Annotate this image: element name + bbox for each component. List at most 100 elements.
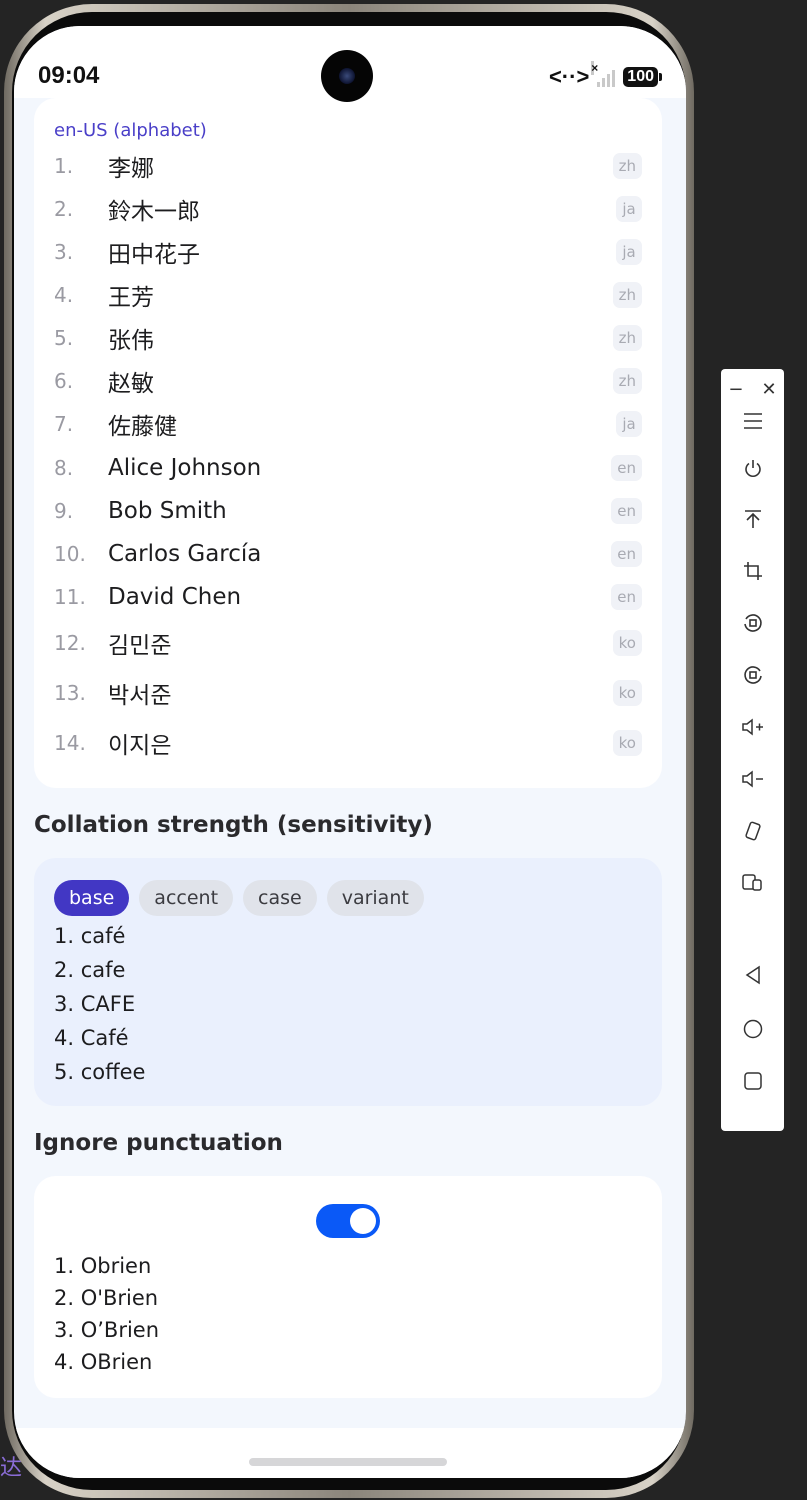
multi-device-icon[interactable] [721,863,784,903]
shake-icon[interactable] [721,811,784,851]
row-number: 8. [54,456,74,480]
name-row: 6. 赵敏 zh [34,361,662,401]
strength-result-item: 4. Café [54,1026,129,1050]
strength-card: base accent case variant 1. café 2. cafe… [34,858,662,1106]
language-badge: ko [612,630,642,656]
row-name: 王芳 [108,285,154,311]
chip-accent[interactable]: accent [139,880,234,916]
volume-up-icon[interactable] [721,707,784,747]
name-row: 3. 田中花子 ja [34,232,662,272]
name-row: 9. Bob Smith en [34,491,662,531]
name-row: 12. 김민준 ko [34,623,662,663]
language-badge: ja [616,239,642,265]
language-badge: en [611,584,642,610]
punctuation-result-item: 1. Obrien [54,1254,152,1278]
strength-result-item: 2. cafe [54,958,126,982]
row-name: Alice Johnson [108,455,262,481]
chip-base[interactable]: base [54,880,130,916]
strength-result-item: 3. CAFE [54,992,136,1016]
rotate-left-icon[interactable] [721,603,784,643]
name-row: 11. David Chen en [34,577,662,617]
strength-result-item: 1. café [54,924,126,948]
language-badge: ko [612,730,642,756]
recents-icon[interactable] [721,1061,784,1101]
status-bar: 09:04 <··> × 100 [14,26,686,102]
punctuation-card: 1. Obrien 2. O'Brien 3. O’Brien 4. OBrie… [34,1176,662,1398]
power-icon[interactable] [721,449,784,489]
emulator-toolbar: − ✕ [721,369,784,1131]
rotate-right-icon[interactable] [721,655,784,695]
row-name: 이지은 [108,733,172,759]
language-badge: zh [612,153,642,179]
language-badge: ko [612,680,642,706]
name-row: 5. 张伟 zh [34,318,662,358]
strength-result-item: 5. coffee [54,1060,146,1084]
crop-icon[interactable] [721,551,784,591]
language-badge: en [611,541,642,567]
status-icons: <··> × 100 [548,61,662,90]
pin-top-icon[interactable] [721,499,784,539]
row-name: 张伟 [108,328,154,354]
language-badge: en [611,498,642,524]
row-number: 2. [54,197,74,221]
row-number: 1. [54,154,74,178]
toolbar-window-controls: − ✕ [721,375,784,403]
language-badge: zh [612,368,642,394]
punctuation-result-item: 4. OBrien [54,1350,153,1374]
ignore-punctuation-toggle[interactable] [316,1204,380,1238]
name-row: 13. 박서준 ko [34,673,662,713]
back-icon[interactable] [721,955,784,995]
row-number: 5. [54,326,74,350]
row-name: 박서준 [108,683,172,709]
close-icon[interactable]: ✕ [762,379,777,400]
row-name: 김민준 [108,633,172,659]
row-number: 12. [54,631,86,655]
battery-icon: 100 [623,67,662,87]
row-name: 赵敏 [108,371,154,397]
row-number: 4. [54,283,74,307]
signal-icon: × [591,61,616,87]
front-camera [321,50,373,102]
name-row: 7. 佐藤健 ja [34,404,662,444]
data-transfer-icon: <··> [548,64,590,89]
name-row: 10. Carlos García en [34,534,662,574]
row-name: 佐藤健 [108,414,177,440]
language-badge: zh [612,325,642,351]
name-row: 14. 이지은 ko [34,723,662,763]
row-name: 李娜 [108,156,154,182]
language-badge: ja [616,196,642,222]
volume-down-icon[interactable] [721,759,784,799]
row-number: 3. [54,240,74,264]
strength-chip-group: base accent case variant [54,880,424,916]
punctuation-result-item: 3. O’Brien [54,1318,160,1342]
toggle-knob [350,1208,376,1234]
locale-caption: en-US (alphabet) [54,120,207,141]
punctuation-heading: Ignore punctuation [34,1130,283,1156]
minimize-icon[interactable]: − [728,379,743,400]
home-icon[interactable] [721,1009,784,1049]
row-name: Carlos García [108,541,262,567]
row-number: 14. [54,731,86,755]
chip-variant[interactable]: variant [326,880,424,916]
name-row: 8. Alice Johnson en [34,448,662,488]
language-badge: en [611,455,642,481]
name-row: 4. 王芳 zh [34,275,662,315]
row-number: 13. [54,681,86,705]
device-screen: 09:04 <··> × 100 en-US (alphabet) 1. 李娜 zh… [14,26,686,1478]
row-name: 鈴木一郎 [108,199,200,225]
language-badge: zh [612,282,642,308]
name-row: 2. 鈴木一郎 ja [34,189,662,229]
row-number: 9. [54,499,74,523]
status-time: 09:04 [38,62,100,89]
chip-case[interactable]: case [243,880,317,916]
row-name: 田中花子 [108,242,200,268]
name-row: 1. 李娜 zh [34,146,662,186]
row-name: David Chen [108,584,242,610]
row-number: 6. [54,369,74,393]
menu-icon[interactable] [721,401,784,441]
screen-bottom-area [14,1428,686,1478]
language-badge: ja [616,411,642,437]
row-name: Bob Smith [108,498,227,524]
home-indicator[interactable] [249,1458,447,1466]
row-number: 11. [54,585,86,609]
